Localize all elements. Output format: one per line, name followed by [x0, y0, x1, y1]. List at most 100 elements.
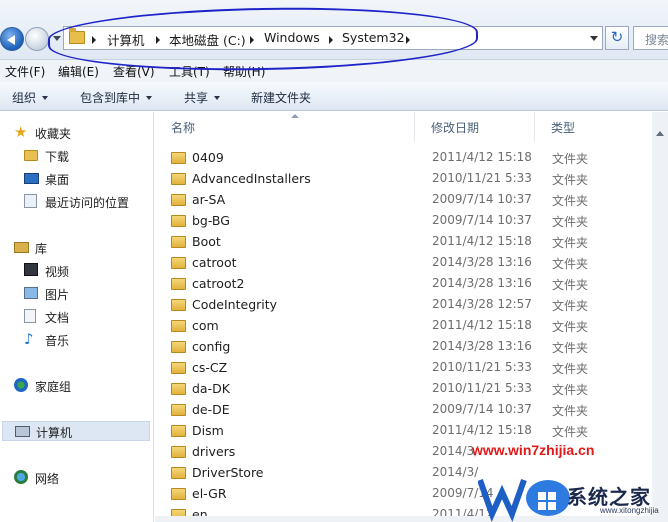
folder-icon	[171, 320, 186, 332]
folder-icon	[171, 152, 186, 164]
nav-downloads[interactable]: 下载	[24, 146, 150, 166]
folder-icon	[171, 257, 186, 269]
forward-button[interactable]	[25, 27, 49, 51]
new-folder-button[interactable]: 新建文件夹	[251, 89, 311, 106]
file-type: 文件夹	[552, 236, 589, 250]
nav-homegroup[interactable]: 家庭组	[14, 376, 150, 396]
nav-desktop[interactable]: 桌面	[24, 169, 150, 189]
file-type: 文件夹	[552, 194, 589, 208]
include-in-library-button[interactable]: 包含到库中	[80, 89, 153, 106]
table-row[interactable]: config 2014/3/28 13:16 文件夹	[155, 336, 668, 357]
folder-icon	[171, 404, 186, 416]
address-dropdown-icon[interactable]	[590, 36, 598, 41]
share-label: 共享	[184, 91, 209, 105]
folder-icon	[171, 467, 186, 479]
recent-places-icon	[24, 194, 37, 208]
folder-icon	[171, 341, 186, 353]
file-modified-date: 2014/3/28 12:57	[432, 297, 532, 311]
table-row[interactable]: catroot2 2014/3/28 13:16 文件夹	[155, 273, 668, 294]
nav-downloads-label: 下载	[45, 150, 70, 164]
table-row[interactable]: AdvancedInstallers 2010/11/21 5:33 文件夹	[155, 168, 668, 189]
nav-network[interactable]: 网络	[14, 468, 150, 488]
computer-icon	[15, 426, 30, 437]
file-name: CodeIntegrity	[192, 297, 278, 312]
nav-videos[interactable]: 视频	[24, 261, 150, 281]
file-name: DriverStore	[192, 465, 264, 480]
file-modified-date: 2014/3/28 13:16	[432, 339, 532, 353]
nav-computer[interactable]: 计算机	[2, 421, 150, 441]
vertical-scrollbar[interactable]	[652, 112, 668, 522]
nav-videos-label: 视频	[45, 265, 70, 279]
file-type: 文件夹	[552, 383, 589, 397]
nav-computer-label: 计算机	[36, 426, 73, 440]
nav-libraries-label: 库	[35, 242, 48, 256]
file-modified-date: 2011/4/12 15:18	[432, 423, 532, 437]
table-row[interactable]: Dism 2011/4/12 15:18 文件夹	[155, 420, 668, 441]
nav-pictures-label: 图片	[45, 288, 70, 302]
nav-music[interactable]: ♪ 音乐	[24, 330, 150, 350]
table-row[interactable]: catroot 2014/3/28 13:16 文件夹	[155, 252, 668, 273]
share-button[interactable]: 共享	[184, 89, 221, 106]
column-header-type[interactable]: 类型	[535, 112, 655, 142]
file-type: 文件夹	[552, 362, 589, 376]
table-row[interactable]: cs-CZ 2010/11/21 5:33 文件夹	[155, 357, 668, 378]
desktop-icon	[24, 173, 39, 184]
file-name: bg-BG	[192, 213, 230, 228]
column-header-modified[interactable]: 修改日期	[415, 112, 535, 142]
organize-button[interactable]: 组织	[12, 89, 49, 106]
nav-documents[interactable]: 文档	[24, 307, 150, 327]
document-icon	[24, 309, 36, 323]
scroll-up-icon[interactable]	[656, 131, 664, 136]
table-row[interactable]: CodeIntegrity 2014/3/28 12:57 文件夹	[155, 294, 668, 315]
command-bar: 组织 包含到库中 共享 新建文件夹	[0, 82, 668, 111]
watermark-sub: www.xitongzhijia	[600, 506, 659, 515]
nav-pictures[interactable]: 图片	[24, 284, 150, 304]
chevron-down-icon	[42, 96, 49, 100]
video-icon	[24, 263, 38, 276]
nav-desktop-label: 桌面	[45, 173, 70, 187]
watermark-url: www.win7zhijia.cn	[472, 442, 595, 458]
file-name: catroot	[192, 255, 237, 270]
folder-icon	[171, 488, 186, 500]
file-modified-date: 2014/3/28 13:16	[432, 255, 532, 269]
refresh-button[interactable]: ↻	[605, 26, 629, 50]
table-row[interactable]: de-DE 2009/7/14 10:37 文件夹	[155, 399, 668, 420]
file-name: 0409	[192, 150, 224, 165]
table-row[interactable]: com 2011/4/12 15:18 文件夹	[155, 315, 668, 336]
menu-edit[interactable]: 编辑(E)	[58, 63, 99, 80]
search-input[interactable]: 搜索	[633, 26, 668, 50]
file-name: cs-CZ	[192, 360, 228, 375]
table-row[interactable]: Boot 2011/4/12 15:18 文件夹	[155, 231, 668, 252]
nav-favorites-label: 收藏夹	[35, 127, 72, 141]
folder-icon	[171, 383, 186, 395]
file-name: com	[192, 318, 219, 333]
file-name: Boot	[192, 234, 221, 249]
chevron-down-icon	[146, 96, 153, 100]
column-type-label: 类型	[551, 121, 576, 135]
back-button[interactable]	[0, 27, 24, 51]
file-modified-date: 2011/4/12 15:18	[432, 150, 532, 164]
file-type: 文件夹	[552, 341, 589, 355]
file-type: 文件夹	[552, 278, 589, 292]
file-name: ar-SA	[192, 192, 226, 207]
music-note-icon: ♪	[24, 330, 34, 348]
file-modified-date: 2009/7/14 10:37	[432, 192, 532, 206]
nav-favorites[interactable]: ★ 收藏夹	[14, 123, 150, 143]
folder-icon	[171, 299, 186, 311]
table-row[interactable]: ar-SA 2009/7/14 10:37 文件夹	[155, 189, 668, 210]
library-icon	[14, 242, 29, 253]
folder-icon	[24, 150, 38, 161]
file-type: 文件夹	[552, 152, 589, 166]
file-type: 文件夹	[552, 173, 589, 187]
menu-file[interactable]: 文件(F)	[5, 63, 45, 80]
nav-recent-places[interactable]: 最近访问的位置	[24, 192, 152, 212]
table-row[interactable]: 0409 2011/4/12 15:18 文件夹	[155, 147, 668, 168]
file-modified-date: 2010/11/21 5:33	[432, 360, 532, 374]
file-type: 文件夹	[552, 299, 589, 313]
table-row[interactable]: da-DK 2010/11/21 5:33 文件夹	[155, 378, 668, 399]
star-icon: ★	[14, 123, 28, 141]
file-type: 文件夹	[552, 404, 589, 418]
table-row[interactable]: bg-BG 2009/7/14 10:37 文件夹	[155, 210, 668, 231]
column-header-name[interactable]: 名称	[155, 112, 415, 142]
nav-libraries[interactable]: 库	[14, 238, 150, 258]
